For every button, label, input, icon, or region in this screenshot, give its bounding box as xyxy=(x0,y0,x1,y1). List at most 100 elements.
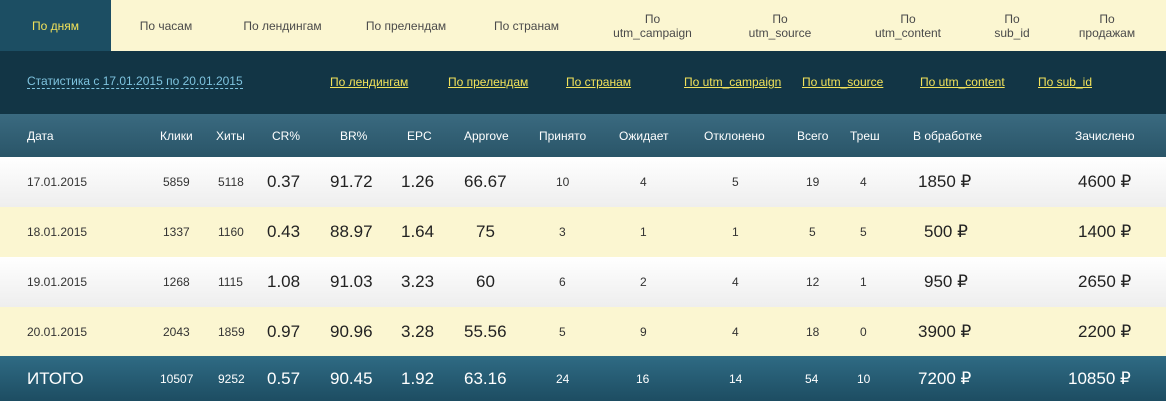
col-processing[interactable]: В обработке xyxy=(913,114,982,157)
subnav-link-landings[interactable]: По лендингам xyxy=(330,75,408,89)
cell-total: 19 xyxy=(806,175,820,189)
tab-by-prelandings[interactable]: По прелендам xyxy=(344,0,468,51)
col-total[interactable]: Всего xyxy=(797,114,828,157)
cell-date: 17.01.2015 xyxy=(27,175,88,189)
cell-pending: 1 xyxy=(640,225,647,239)
cell-hits: 1859 xyxy=(218,325,245,339)
totals-row: ИТОГО 10507 9252 0.57 90.45 1.92 63.16 2… xyxy=(0,356,1166,401)
cell-approve: 75 xyxy=(476,222,495,241)
col-epc[interactable]: EPC xyxy=(407,114,432,157)
tab-by-utm-campaign[interactable]: По utm_campaign xyxy=(585,0,720,51)
subnav-link-prelandings[interactable]: По прелендам xyxy=(448,75,528,89)
tab-by-hours[interactable]: По часам xyxy=(111,0,221,51)
col-cr[interactable]: CR% xyxy=(272,114,300,157)
cell-br: 90.45 xyxy=(330,368,373,388)
cell-processing: 500 ₽ xyxy=(924,222,968,241)
cell-trash: 5 xyxy=(860,225,867,239)
cell-date: 20.01.2015 xyxy=(27,325,88,339)
cell-rejected: 1 xyxy=(732,225,739,239)
date-range-link[interactable]: Статистика с 17.01.2015 по 20.01.2015 xyxy=(27,75,243,89)
tab-by-utm-content[interactable]: По utm_content xyxy=(840,0,976,51)
col-credited[interactable]: Зачислено xyxy=(1075,114,1135,157)
tab-by-landings[interactable]: По лендингам xyxy=(221,0,344,51)
cell-trash: 4 xyxy=(860,175,867,189)
cell-credited: 10850 ₽ xyxy=(1068,368,1131,388)
cell-epc: 1.26 xyxy=(401,172,435,191)
table-row: 19.01.2015 1268 1115 1.08 91.03 3.23 60 … xyxy=(0,257,1166,307)
cell-credited: 2200 ₽ xyxy=(1078,322,1132,341)
cell-hits: 9252 xyxy=(218,371,245,386)
cell-clicks: 1268 xyxy=(163,275,190,289)
subnav-link-sub-id[interactable]: По sub_id xyxy=(1038,75,1092,89)
tab-by-countries[interactable]: По странам xyxy=(468,0,585,51)
cell-clicks: 5859 xyxy=(163,175,190,189)
cell-accepted: 6 xyxy=(559,275,566,289)
col-accepted[interactable]: Принято xyxy=(539,114,586,157)
cell-hits: 5118 xyxy=(218,175,244,189)
subnav-link-utm-source[interactable]: По utm_source xyxy=(802,75,883,89)
cell-trash: 1 xyxy=(860,275,867,289)
cell-date: 18.01.2015 xyxy=(27,225,88,239)
cell-cr: 0.97 xyxy=(267,322,301,341)
cell-approve: 66.67 xyxy=(464,172,507,191)
cell-processing: 1850 ₽ xyxy=(918,172,972,191)
cell-cr: 1.08 xyxy=(267,272,301,291)
cell-epc: 1.92 xyxy=(401,368,435,388)
subnav-link-utm-campaign[interactable]: По utm_campaign xyxy=(684,75,781,89)
cell-clicks: 10507 xyxy=(160,371,194,386)
cell-approve: 55.56 xyxy=(464,322,507,341)
cell-accepted: 5 xyxy=(559,325,566,339)
cell-rejected: 14 xyxy=(729,371,743,386)
cell-trash: 10 xyxy=(857,371,871,386)
cell-cr: 0.57 xyxy=(267,368,301,388)
cell-clicks: 1337 xyxy=(163,225,190,239)
cell-br: 91.72 xyxy=(330,172,373,191)
cell-pending: 16 xyxy=(636,371,650,386)
col-br[interactable]: BR% xyxy=(340,114,367,157)
col-approve[interactable]: Approve xyxy=(464,114,509,157)
sub-navigation: Статистика с 17.01.2015 по 20.01.2015 По… xyxy=(0,51,1166,114)
cell-processing: 3900 ₽ xyxy=(918,322,972,341)
cell-pending: 9 xyxy=(640,325,647,339)
cell-br: 91.03 xyxy=(330,272,373,291)
subnav-link-countries[interactable]: По странам xyxy=(566,75,631,89)
cell-accepted: 24 xyxy=(556,371,570,386)
cell-pending: 4 xyxy=(640,175,647,189)
col-hits[interactable]: Хиты xyxy=(216,114,245,157)
cell-hits: 1160 xyxy=(218,225,244,239)
cell-trash: 0 xyxy=(860,325,867,339)
table-row: 20.01.2015 2043 1859 0.97 90.96 3.28 55.… xyxy=(0,307,1166,357)
cell-accepted: 10 xyxy=(556,175,570,189)
cell-rejected: 4 xyxy=(732,275,739,289)
tab-by-days[interactable]: По дням xyxy=(0,0,111,51)
cell-rejected: 4 xyxy=(732,325,739,339)
cell-credited: 2650 ₽ xyxy=(1078,272,1132,291)
cell-rejected: 5 xyxy=(732,175,739,189)
col-date[interactable]: Дата xyxy=(27,114,54,157)
col-rejected[interactable]: Отклонено xyxy=(704,114,765,157)
cell-processing: 950 ₽ xyxy=(924,272,968,291)
cell-cr: 0.37 xyxy=(267,172,301,191)
cell-cr: 0.43 xyxy=(267,222,301,241)
subnav-link-utm-content[interactable]: По utm_content xyxy=(920,75,1005,89)
cell-date: 19.01.2015 xyxy=(27,275,88,289)
cell-epc: 1.64 xyxy=(401,222,435,241)
table-row: 18.01.2015 1337 1160 0.43 88.97 1.64 75 … xyxy=(0,207,1166,257)
cell-credited: 1400 ₽ xyxy=(1078,222,1132,241)
tab-by-utm-source[interactable]: По utm_source xyxy=(720,0,840,51)
cell-pending: 2 xyxy=(640,275,647,289)
col-clicks[interactable]: Клики xyxy=(160,114,193,157)
cell-total: 12 xyxy=(806,275,820,289)
totals-label: ИТОГО xyxy=(27,368,84,388)
table-header: Дата Клики Хиты CR% BR% EPC Approve Прин… xyxy=(0,114,1166,157)
cell-epc: 3.23 xyxy=(401,272,435,291)
tab-by-sub-id[interactable]: По sub_id xyxy=(976,0,1048,51)
cell-br: 88.97 xyxy=(330,222,373,241)
col-trash[interactable]: Треш xyxy=(850,114,880,157)
table-row: 17.01.2015 5859 5118 0.37 91.72 1.26 66.… xyxy=(0,157,1166,207)
col-pending[interactable]: Ожидает xyxy=(619,114,669,157)
cell-approve: 60 xyxy=(476,272,495,291)
cell-br: 90.96 xyxy=(330,322,373,341)
cell-accepted: 3 xyxy=(559,225,566,239)
tab-by-sales[interactable]: По продажам xyxy=(1048,0,1166,51)
